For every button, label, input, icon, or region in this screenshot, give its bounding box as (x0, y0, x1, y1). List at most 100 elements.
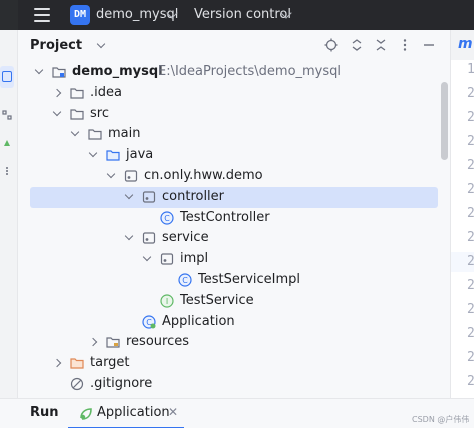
tree-item[interactable]: .gitignore (30, 374, 438, 395)
tree-item[interactable]: java (30, 145, 438, 166)
tree-item-label: service (162, 230, 209, 246)
plugin-icon[interactable] (2, 138, 12, 148)
watermark: CSDN @户伟伟 (412, 415, 470, 424)
class-icon: C (178, 273, 192, 287)
chevron-down-icon[interactable] (88, 148, 98, 158)
editor-tab[interactable]: m (451, 30, 474, 60)
project-panel-header: Project (18, 30, 450, 60)
tree-item[interactable]: I TestService (30, 291, 438, 312)
tree-item-label: .gitignore (90, 376, 153, 391)
editor-tab-glyph: m (458, 36, 473, 52)
tree-item[interactable]: service (30, 228, 438, 249)
line-number: 2 (467, 350, 474, 365)
line-number: 2 (467, 206, 474, 221)
chevron-right-icon[interactable] (52, 88, 62, 98)
line-number: 1 (467, 62, 474, 77)
folder-icon (70, 88, 84, 99)
line-number: 2 (467, 182, 474, 197)
resources-folder-icon (106, 337, 120, 348)
tree-item-label: resources (126, 334, 190, 350)
tree-item-label: src (90, 105, 109, 121)
line-number: 2 (467, 134, 474, 149)
tree-item[interactable]: impl (30, 249, 438, 270)
tree-item[interactable]: .idea (30, 83, 438, 104)
main-menu-icon[interactable] (34, 8, 50, 22)
line-number: 2 (467, 302, 474, 317)
more-tools-icon[interactable] (2, 166, 12, 176)
line-number: 2 (467, 278, 474, 293)
tree-item-label: target (90, 355, 130, 371)
class-icon: C (160, 210, 174, 225)
run-tab-application[interactable]: Application ✕ (68, 403, 188, 428)
tree-item[interactable]: C TestServiceImpl (30, 270, 438, 291)
chevron-down-icon[interactable] (142, 252, 152, 262)
tree-item-label: TestServiceImpl (198, 272, 301, 287)
source-folder-icon (106, 150, 120, 161)
chevron-down-icon[interactable] (70, 128, 80, 137)
tree-item-label: java (126, 147, 154, 163)
close-icon[interactable]: ✕ (168, 405, 178, 419)
tree-item-label: Application (162, 313, 235, 329)
folder-icon (70, 108, 84, 120)
interface-icon: I (160, 294, 174, 308)
tree-item-label: cn.only.hww.demo (144, 168, 263, 183)
run-tool-label[interactable]: Run (30, 405, 59, 420)
chevron-down-icon[interactable] (96, 39, 106, 49)
package-icon (160, 253, 174, 265)
tree-item-label: impl (180, 251, 209, 267)
svg-text:C: C (182, 276, 188, 285)
expand-all-icon[interactable] (350, 38, 364, 52)
folder-icon (88, 129, 102, 140)
editor-edge: m 12222222222222pr (450, 30, 474, 413)
tree-item[interactable]: main (30, 124, 438, 145)
title-bar: DM demo_mysql Version control (0, 0, 474, 30)
spring-class-icon: C (142, 314, 156, 329)
chevron-down-icon[interactable] (34, 65, 44, 75)
run-tool-bar: Run Application ✕ CSDN @户伟伟 (0, 398, 474, 428)
tree-item-label: demo_mysql (72, 64, 163, 79)
tree-item[interactable]: resources (30, 332, 438, 353)
version-control-menu[interactable]: Version control (194, 7, 291, 22)
tree-item[interactable]: C Application (30, 312, 438, 333)
collapse-all-icon[interactable] (374, 38, 388, 52)
tree-item[interactable]: src (30, 104, 438, 125)
line-number: 2 (467, 254, 474, 269)
tree-item-path: E:\IdeaProjects\demo_mysql (158, 64, 342, 79)
project-tool-icon[interactable] (0, 66, 14, 88)
tree-item[interactable]: cn.only.hww.demo (30, 166, 438, 187)
locate-file-icon[interactable] (324, 38, 338, 52)
tree-item-label: .idea (90, 84, 122, 100)
project-panel-title[interactable]: Project (30, 38, 82, 53)
minimize-icon[interactable] (422, 38, 436, 52)
package-icon (142, 232, 156, 244)
tree-item[interactable]: demo_mysql E:\IdeaProjects\demo_mysql (30, 62, 438, 83)
line-number: 2 (467, 86, 474, 101)
module-folder-icon (52, 67, 66, 78)
title-bar-left-edge (0, 0, 18, 30)
tree-item-label: TestController (180, 209, 270, 225)
package-icon (124, 170, 138, 182)
package-icon (142, 191, 156, 203)
ignored-file-icon (70, 377, 84, 391)
line-number: 2 (467, 158, 474, 173)
options-icon[interactable] (398, 38, 412, 52)
tree-item-label: main (108, 126, 141, 142)
tree-item-label: controller (162, 188, 225, 204)
chevron-down-icon[interactable] (124, 190, 134, 200)
tree-item[interactable]: controller (30, 186, 438, 208)
svg-text:I: I (166, 297, 168, 306)
tree-scrollbar[interactable] (441, 82, 448, 160)
line-number: 2 (467, 110, 474, 125)
chevron-down-icon[interactable] (52, 107, 62, 116)
chevron-down-icon[interactable] (106, 169, 116, 179)
tree-item[interactable]: C TestController (30, 208, 438, 229)
chevron-right-icon[interactable] (88, 338, 98, 347)
project-tree[interactable]: demo_mysql E:\IdeaProjects\demo_mysql .ide… (18, 62, 440, 398)
chevron-right-icon[interactable] (52, 358, 62, 368)
project-badge[interactable]: DM (70, 5, 90, 25)
left-tool-strip (0, 30, 18, 428)
project-switcher[interactable]: demo_mysql (96, 7, 178, 22)
structure-icon[interactable] (2, 110, 12, 120)
chevron-down-icon[interactable] (124, 232, 134, 241)
tree-item[interactable]: target (30, 353, 438, 374)
